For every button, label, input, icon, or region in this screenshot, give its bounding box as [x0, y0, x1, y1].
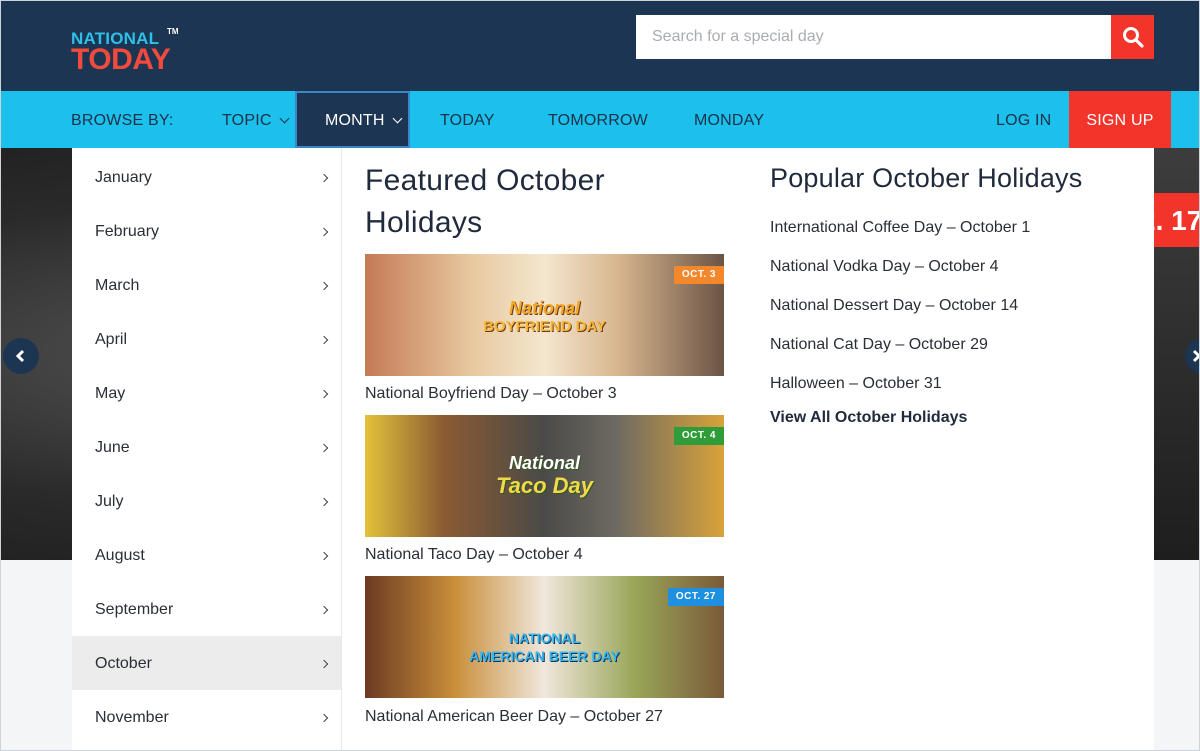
month-item-selected[interactable]: October [72, 636, 341, 690]
nav-month-label: MONTH [325, 112, 385, 129]
month-label: November [95, 709, 169, 726]
month-item[interactable]: January [72, 150, 341, 204]
month-label: September [95, 601, 174, 618]
nav-monday[interactable]: MONDAY [694, 91, 764, 148]
chevron-right-icon [319, 713, 329, 723]
search-input[interactable] [636, 15, 1112, 59]
nav-tomorrow[interactable]: TOMORROW [548, 91, 648, 148]
boyfriend-day-image[interactable]: OCT. 3 National BOYFRIEND DAY [365, 254, 724, 376]
nav-today[interactable]: TODAY [440, 91, 495, 148]
login-link[interactable]: LOG IN [996, 91, 1051, 148]
popular-item[interactable]: National Vodka Day – October 4 [770, 258, 999, 276]
chevron-right-icon [319, 389, 329, 399]
carousel-prev-button[interactable] [3, 338, 39, 374]
month-item[interactable]: May [72, 366, 341, 420]
image-title-bottom: Taco Day [495, 473, 593, 498]
featured-caption[interactable]: National Boyfriend Day – October 3 [365, 385, 617, 403]
view-all-link[interactable]: View All October Holidays [770, 409, 967, 427]
date-tag: OCT. 27 [667, 588, 724, 606]
image-title-bottom: AMERICAN BEER DAY [469, 648, 620, 664]
month-label: April [95, 331, 128, 348]
month-label: March [95, 277, 140, 294]
browse-by-label: BROWSE BY: [71, 112, 174, 129]
popular-title: Popular October Holidays [770, 163, 1083, 193]
chevron-right-icon [319, 227, 329, 237]
month-label: January [95, 169, 152, 186]
month-label: October [95, 655, 152, 672]
chevron-right-icon [319, 335, 329, 345]
signup-button[interactable]: SIGN UP [1069, 91, 1171, 148]
popular-item[interactable]: International Coffee Day – October 1 [770, 219, 1030, 237]
logo-line-2: TODAY [71, 43, 171, 76]
month-item[interactable]: November [72, 690, 341, 744]
month-label: July [95, 493, 124, 510]
chevron-right-icon [319, 551, 329, 561]
month-list: January February March April May June Ju… [72, 148, 342, 750]
nav-topic[interactable]: TOPIC [222, 91, 290, 148]
popular-item[interactable]: National Cat Day – October 29 [770, 336, 988, 354]
month-item[interactable]: August [72, 528, 341, 582]
popular-item[interactable]: National Dessert Day – October 14 [770, 297, 1018, 315]
chevron-right-icon [319, 443, 329, 453]
popular-item[interactable]: Halloween – October 31 [770, 375, 942, 393]
national-today-logo[interactable]: NATIONAL TM TODAY [71, 27, 191, 81]
search-icon [1122, 27, 1144, 48]
taco-day-image[interactable]: OCT. 4 National Taco Day [365, 415, 724, 537]
chevron-right-icon [319, 281, 329, 291]
arrow-right-icon [1192, 349, 1199, 363]
hero-date-badge-text: 2. 17 [1154, 205, 1200, 236]
chevron-right-icon [319, 659, 329, 669]
image-title-top: National [508, 453, 580, 473]
chevron-right-icon [319, 497, 329, 507]
image-title-top: NATIONAL [508, 630, 581, 646]
date-tag: OCT. 3 [673, 266, 724, 284]
month-item[interactable]: March [72, 258, 341, 312]
beer-day-image[interactable]: OCT. 27 NATIONAL AMERICAN BEER DAY [365, 576, 724, 698]
month-dropdown: January February March April May June Ju… [72, 148, 1154, 750]
month-item[interactable]: July [72, 474, 341, 528]
logo-trademark: TM [167, 27, 179, 36]
month-item[interactable]: February [72, 204, 341, 258]
month-label: June [95, 439, 130, 456]
browse-nav: BROWSE BY: TOPIC MONTH TODAY TOMORROW MO… [1, 91, 1199, 148]
page-frame: NATIONAL TM TODAY BROWSE BY: TOPIC MONTH… [0, 0, 1200, 751]
site-header: NATIONAL TM TODAY [1, 1, 1199, 91]
image-title-top: National [508, 298, 580, 318]
month-item[interactable]: April [72, 312, 341, 366]
search-button[interactable] [1111, 15, 1154, 59]
month-label: May [95, 385, 126, 402]
caret-down-icon [279, 113, 290, 124]
month-item[interactable]: June [72, 420, 341, 474]
chevron-right-icon [319, 173, 329, 183]
caret-down-icon [392, 113, 403, 124]
chevron-right-icon [319, 605, 329, 615]
featured-caption[interactable]: National Taco Day – October 4 [365, 546, 583, 564]
featured-caption[interactable]: National American Beer Day – October 27 [365, 708, 663, 726]
month-label: August [95, 547, 145, 564]
arrow-left-icon [15, 349, 25, 363]
month-item[interactable]: September [72, 582, 341, 636]
nav-topic-label: TOPIC [222, 112, 272, 129]
date-tag: OCT. 4 [673, 427, 724, 445]
nav-month[interactable]: MONTH [295, 91, 410, 148]
featured-title: Featured October Holidays [365, 164, 605, 239]
image-title-bottom: BOYFRIEND DAY [483, 318, 606, 335]
hero-date-badge: 2. 17 [1154, 193, 1200, 247]
month-label: February [95, 223, 160, 240]
